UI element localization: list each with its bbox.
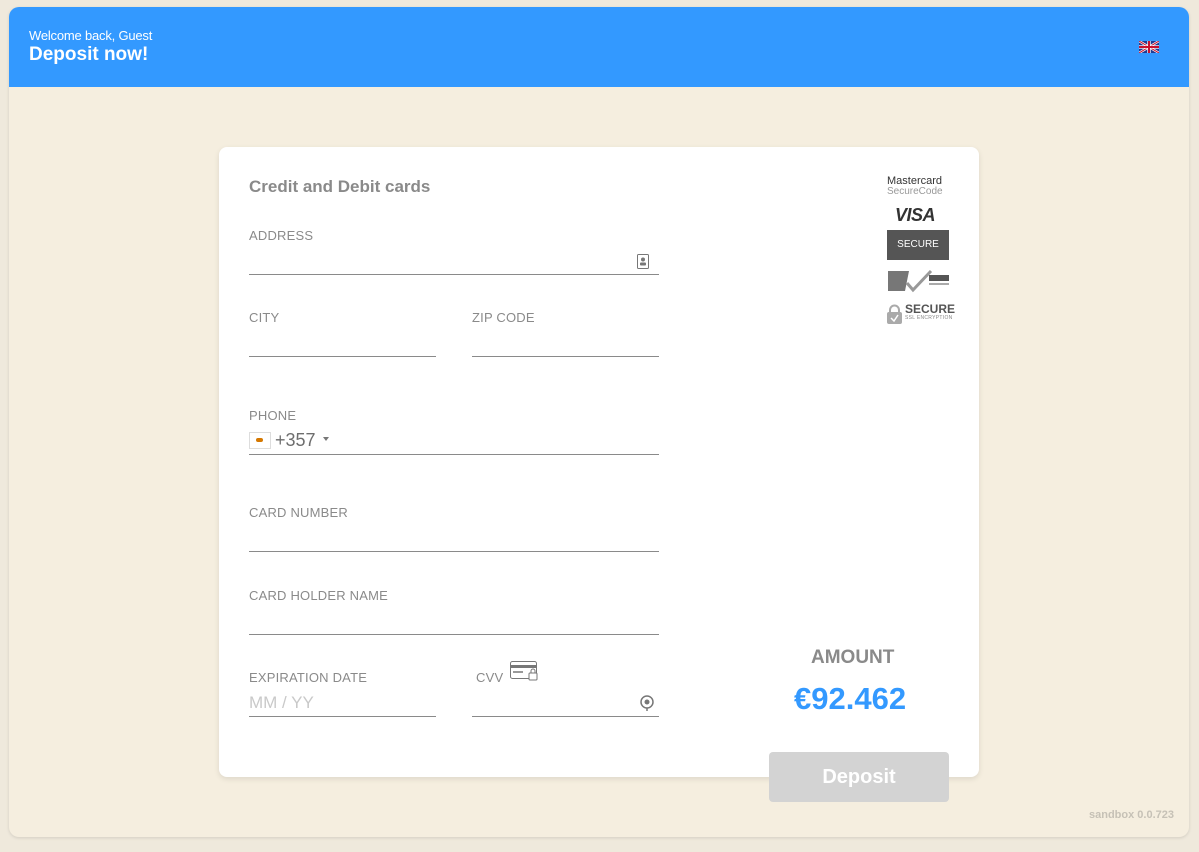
page-title: Deposit now! xyxy=(29,44,149,65)
city-input[interactable] xyxy=(249,356,436,357)
header: Welcome back, Guest Deposit now! xyxy=(9,7,1189,87)
card-holder-input[interactable] xyxy=(249,634,659,635)
expiry-label: EXPIRATION DATE xyxy=(249,670,368,685)
pci-dss-logo xyxy=(887,269,949,293)
deposit-button[interactable]: Deposit xyxy=(769,752,949,802)
phone-country-code[interactable]: +357 xyxy=(275,430,316,451)
amount-value: €92.462 xyxy=(794,681,907,716)
form-title: Credit and Debit cards xyxy=(249,177,431,196)
expiry-input[interactable]: MM / YY xyxy=(249,693,314,713)
address-label: ADDRESS xyxy=(249,228,314,243)
payment-card: Credit and Debit cards ADDRESS CITY ZIP … xyxy=(219,147,979,777)
card-number-input[interactable] xyxy=(249,551,659,552)
zip-input[interactable] xyxy=(472,356,659,357)
phone-input[interactable] xyxy=(249,454,659,455)
cvv-label: CVV xyxy=(476,670,504,685)
ssl-secure-badge: SECURE SSL ENCRYPTION xyxy=(887,302,955,324)
cvv-card-icon xyxy=(510,661,539,688)
cyprus-flag-icon[interactable] xyxy=(249,432,271,449)
welcome-text: Welcome back, Guest xyxy=(29,28,153,43)
ssl-subtitle: SSL ENCRYPTION xyxy=(905,315,953,321)
amount-label: AMOUNT xyxy=(811,647,895,668)
version-label: sandbox 0.0.723 xyxy=(1089,809,1174,821)
secure-badge: SECURE xyxy=(887,230,949,260)
city-label: CITY xyxy=(249,310,280,325)
zip-label: ZIP CODE xyxy=(472,310,535,325)
info-pin-icon[interactable] xyxy=(640,695,654,716)
card-holder-label: CARD HOLDER NAME xyxy=(249,588,388,603)
ssl-title: SECURE xyxy=(905,302,956,316)
chevron-down-icon[interactable] xyxy=(323,437,329,441)
expiry-underline xyxy=(249,716,436,717)
cvv-input[interactable] xyxy=(472,716,659,717)
app-frame: Welcome back, Guest Deposit now! Credit … xyxy=(9,7,1189,837)
uk-flag-icon[interactable] xyxy=(1139,41,1159,53)
card-number-label: CARD NUMBER xyxy=(249,505,348,520)
phone-label: PHONE xyxy=(249,408,297,423)
address-input[interactable] xyxy=(249,274,659,275)
visa-logo: VISA xyxy=(895,205,936,225)
mastercard-subtitle: SecureCode xyxy=(887,186,943,197)
contact-card-icon xyxy=(637,254,649,274)
